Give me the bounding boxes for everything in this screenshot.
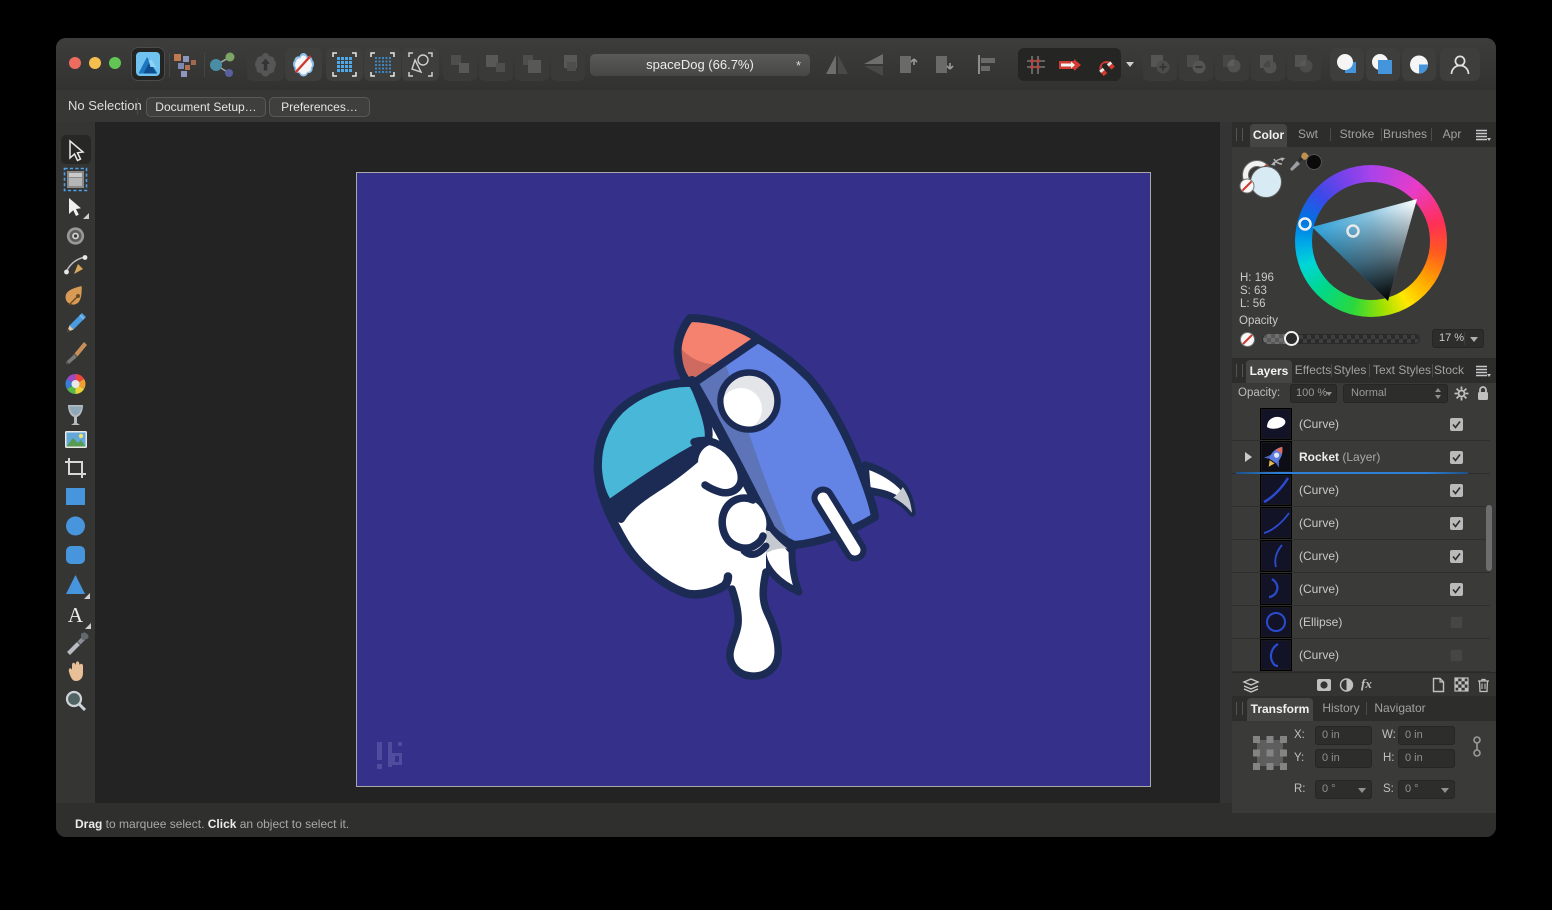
svg-text:A: A: [68, 603, 84, 627]
